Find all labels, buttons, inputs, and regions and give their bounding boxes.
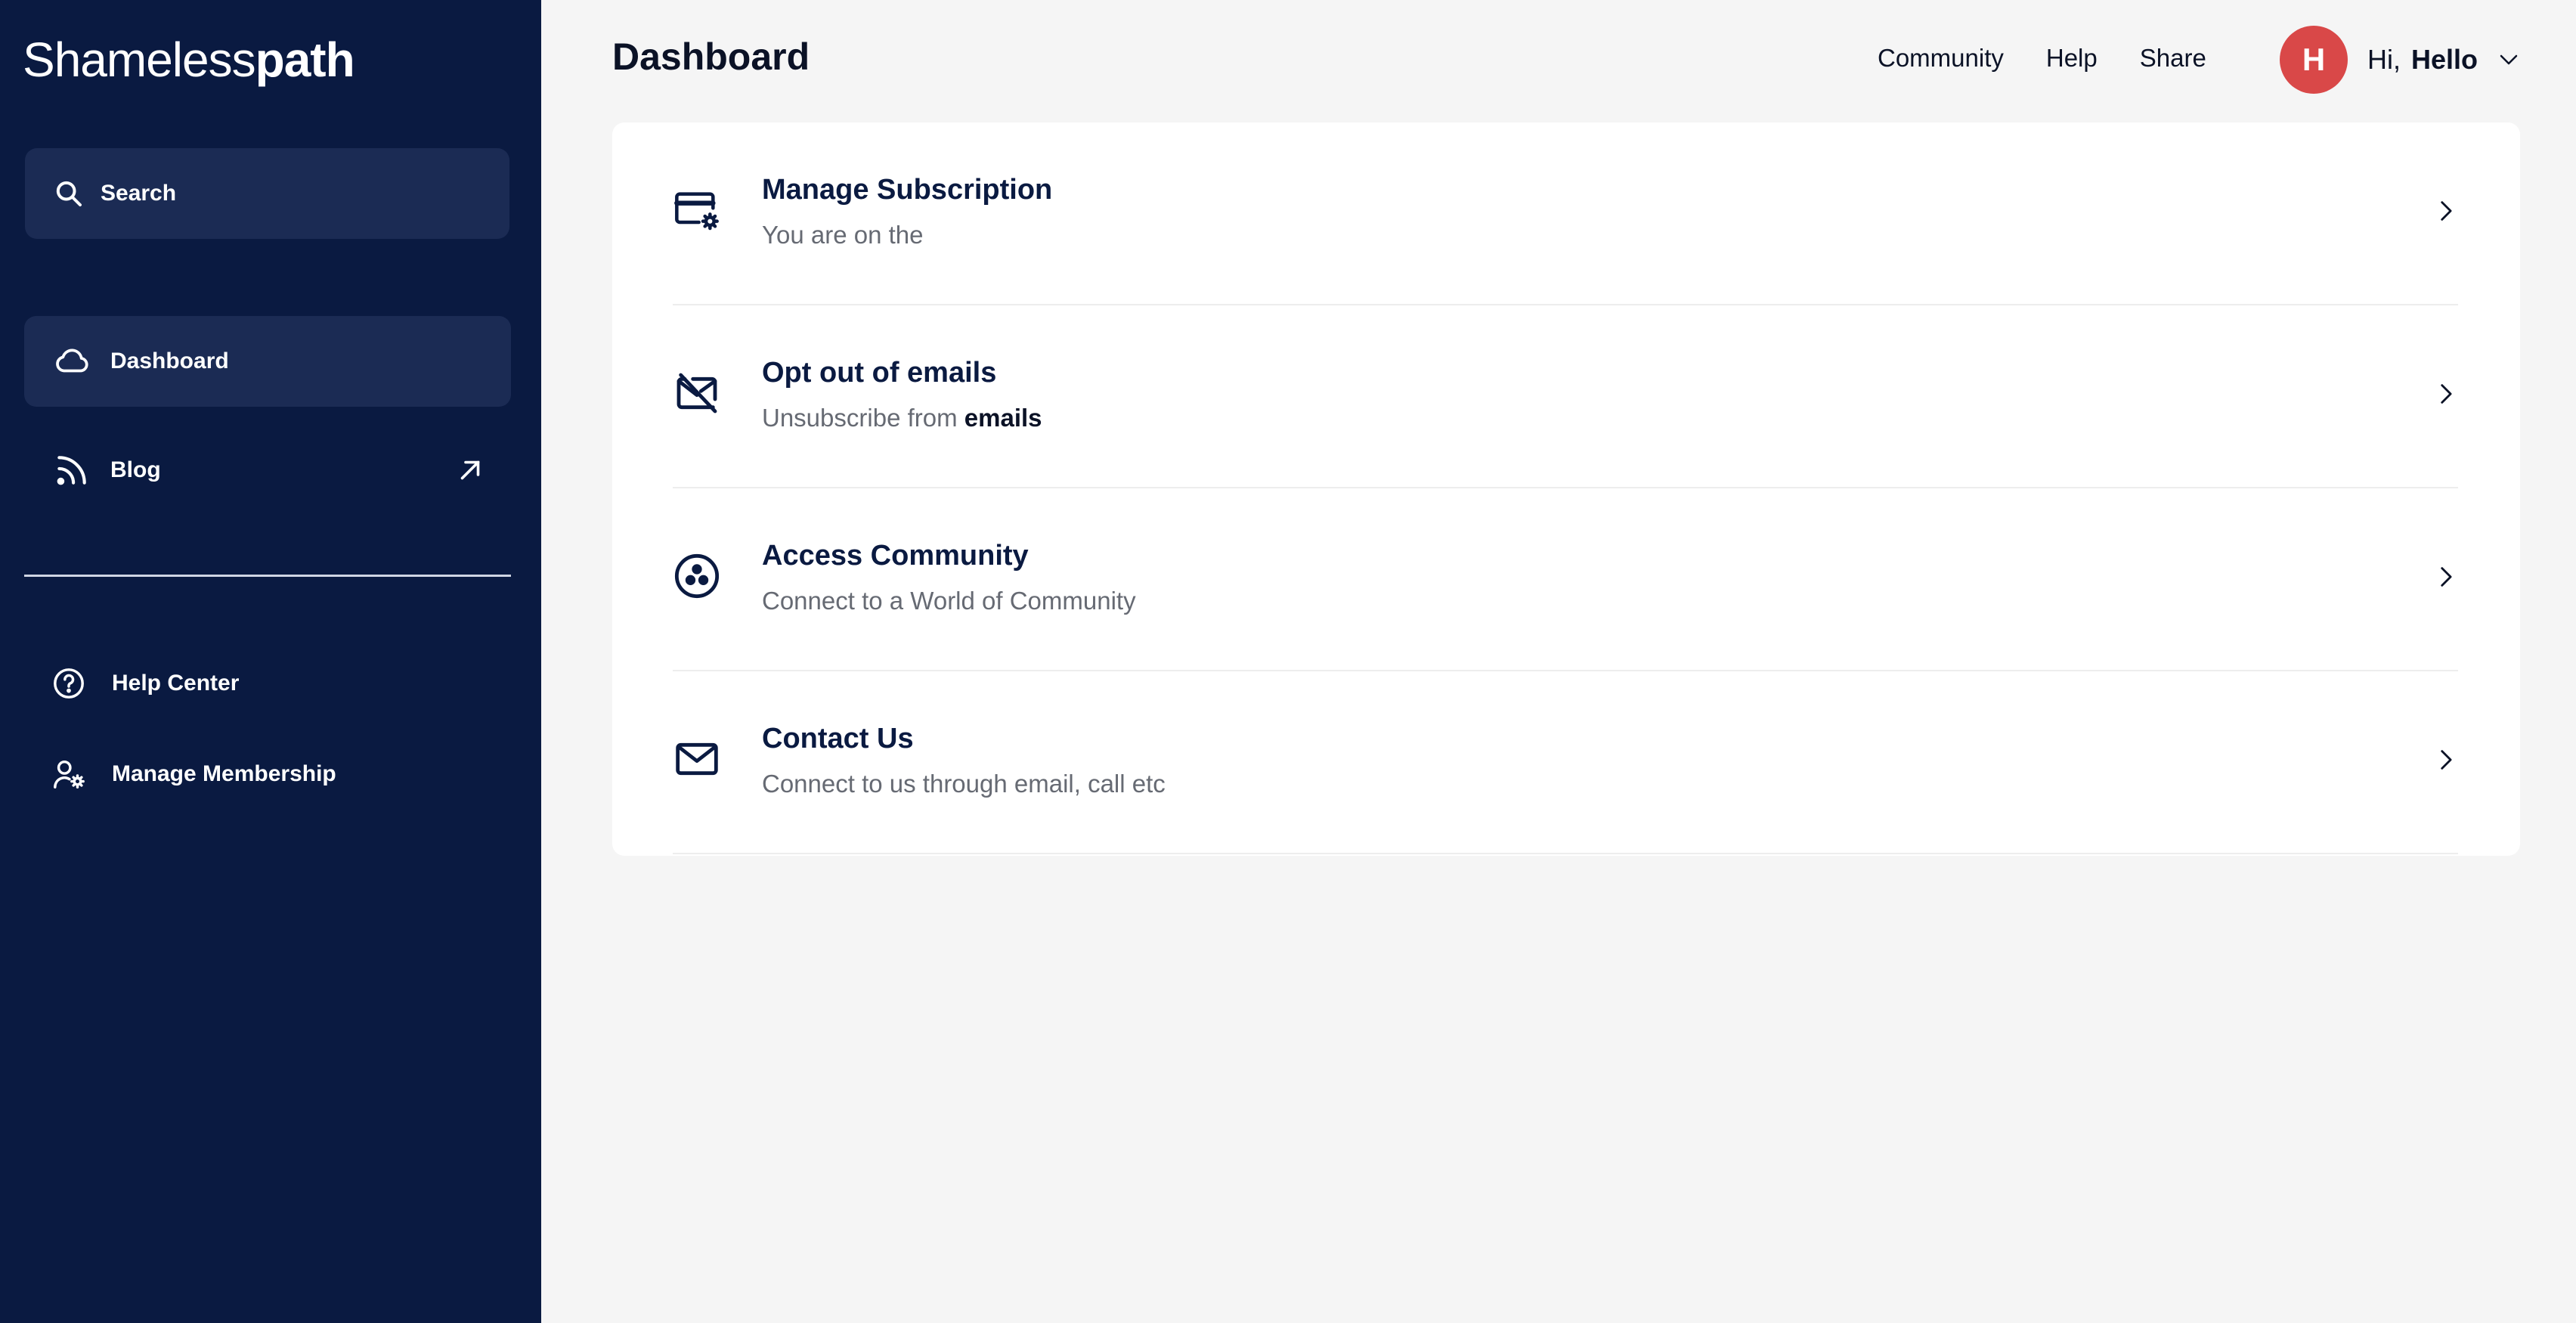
row-title: Manage Subscription <box>762 174 1053 206</box>
chevron-right-icon <box>2441 750 2452 770</box>
sidebar-item-label: Help Center <box>112 671 240 696</box>
row-subtitle: Connect to a World of Community <box>762 587 1136 615</box>
rss-icon <box>57 456 86 485</box>
top-link-help[interactable]: Help <box>2046 44 2098 73</box>
chevron-right-icon <box>2441 384 2452 404</box>
chevron-down-icon[interactable] <box>2497 48 2520 71</box>
sidebar-item-blog[interactable]: Blog <box>24 425 511 516</box>
row-manage-subscription[interactable]: Manage Subscription You are on the <box>673 122 2458 305</box>
row-subtitle-text: Connect to a World of Community <box>762 587 1136 615</box>
sidebar-item-dashboard[interactable]: Dashboard <box>24 316 511 407</box>
row-subtitle-text: You are on the <box>762 221 924 249</box>
top-link-community[interactable]: Community <box>1878 44 2004 73</box>
row-subtitle: You are on the <box>762 221 923 249</box>
row-title: Access Community <box>762 540 1029 572</box>
cloud-icon <box>56 349 88 373</box>
sidebar-item-label: Blog <box>110 457 161 482</box>
user-greeting: Hi, <box>2367 44 2401 75</box>
logo-bold-text: path <box>255 33 355 87</box>
row-title: Contact Us <box>762 723 914 754</box>
dashboard-card: Manage Subscription You are on the Opt o… <box>612 122 2520 856</box>
user-menu[interactable]: H Hi, Hello <box>2280 26 2520 94</box>
row-contact-us[interactable]: Contact Us Connect to us through email, … <box>673 671 2458 854</box>
avatar[interactable]: H <box>2280 26 2348 94</box>
mail-icon <box>676 742 718 776</box>
app-logo[interactable]: Shamelesspath <box>23 32 355 88</box>
help-circle-icon <box>54 668 84 699</box>
community-icon <box>674 553 720 599</box>
row-subtitle-text: Unsubscribe from <box>762 404 964 432</box>
sidebar-item-help-center[interactable]: Help Center <box>24 646 511 721</box>
row-subtitle-text: Connect to us through email, call etc <box>762 770 1166 798</box>
logo-light-text: Shameless <box>23 33 256 87</box>
external-link-icon <box>460 460 480 480</box>
row-subtitle-bold: emails <box>964 404 1042 432</box>
sidebar: Shamelesspath Search Dashboard Blog Help… <box>0 0 541 1323</box>
sidebar-item-label: Dashboard <box>110 349 229 373</box>
sidebar-item-manage-membership[interactable]: Manage Membership <box>24 736 511 812</box>
search-button[interactable]: Search <box>25 148 509 239</box>
row-title: Opt out of emails <box>762 357 997 389</box>
row-access-community[interactable]: Access Community Connect to a World of C… <box>673 488 2458 671</box>
sidebar-divider <box>24 575 511 577</box>
row-subtitle: Connect to us through email, call etc <box>762 770 1166 798</box>
sidebar-item-label: Manage Membership <box>112 761 336 786</box>
row-subtitle: Unsubscribe from emails <box>762 404 1042 432</box>
mail-off-icon <box>677 373 717 414</box>
page-title: Dashboard <box>612 36 810 78</box>
top-link-share[interactable]: Share <box>2140 44 2206 73</box>
chevron-right-icon <box>2441 201 2452 221</box>
user-name: Hello <box>2411 44 2478 75</box>
user-gear-icon <box>54 760 85 789</box>
row-opt-out-emails[interactable]: Opt out of emails Unsubscribe from email… <box>673 305 2458 488</box>
search-label: Search <box>101 181 177 206</box>
search-icon <box>56 181 82 206</box>
top-nav: Community Help Share <box>1878 44 2206 73</box>
chevron-right-icon <box>2441 567 2452 587</box>
credit-card-gear-icon <box>674 192 719 231</box>
